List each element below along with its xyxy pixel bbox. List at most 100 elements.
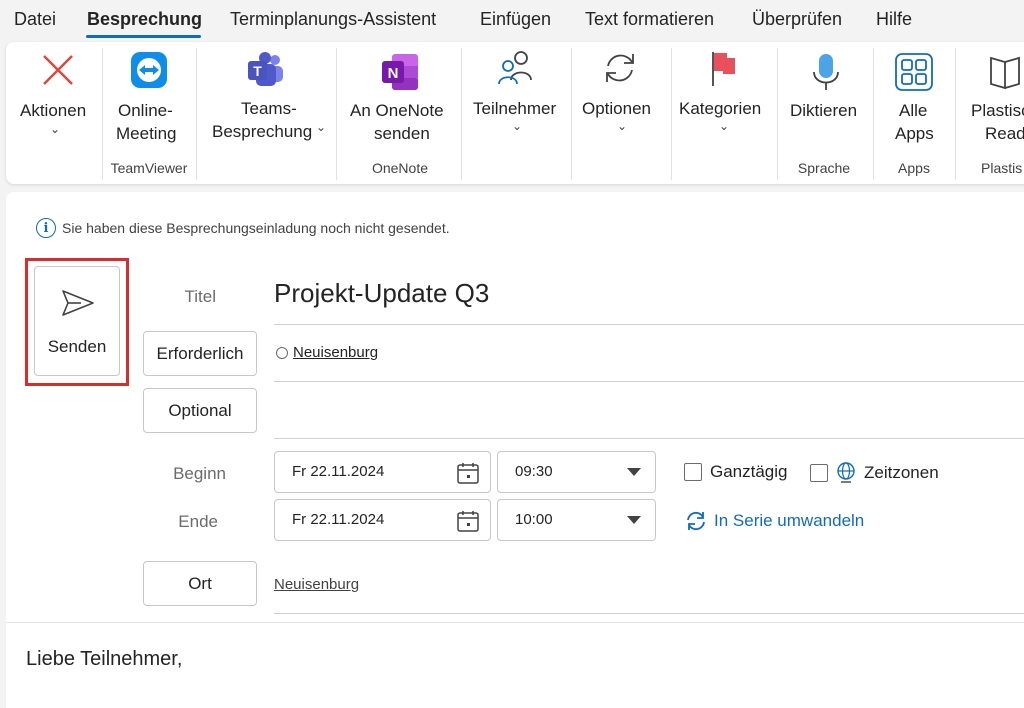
close-x-icon (43, 55, 73, 85)
calendar-icon[interactable] (456, 461, 480, 485)
dropdown-arrow-icon (627, 468, 641, 476)
chevron-down-icon: ⌄ (617, 119, 628, 133)
menu-bar: Datei Besprechung Terminplanungs-Assiste… (0, 0, 1024, 40)
timezones-checkbox[interactable]: Zeitzonen (810, 462, 939, 484)
ribbon-separator (955, 48, 956, 180)
immersive-reader-icon (990, 56, 1020, 90)
required-attendees-button[interactable]: Erforderlich (143, 331, 257, 376)
menu-hilfe[interactable]: Hilfe (876, 9, 912, 30)
people-icon (498, 51, 532, 85)
send-button[interactable]: Senden (34, 266, 120, 376)
title-label: Titel (184, 287, 217, 306)
optional-attendees-button[interactable]: Optional (143, 388, 257, 433)
flag-icon (712, 52, 735, 86)
ribbon-separator (671, 48, 672, 180)
alle-apps-label-2: Apps (895, 124, 934, 143)
microphone-icon (813, 54, 839, 90)
teilnehmer-button[interactable]: Teilnehmer ⌄ (463, 42, 569, 182)
chevron-down-icon: ⌄ (719, 119, 730, 133)
globe-icon (837, 462, 855, 483)
chevron-down-icon: ⌄ (50, 122, 61, 136)
svg-text:T: T (253, 63, 262, 79)
recurrence-icon (687, 511, 705, 531)
menu-datei[interactable]: Datei (14, 9, 56, 30)
plastischer-reader-label-2: Reade (985, 124, 1024, 143)
presence-circle-icon (276, 346, 288, 359)
divider (274, 381, 1024, 382)
chevron-down-icon: ⌄ (512, 119, 523, 133)
teams-label-1: Teams- (241, 99, 297, 118)
menu-ueberpruefen[interactable]: Überprüfen (752, 9, 842, 30)
start-date-input[interactable]: Fr 22.11.2024 (274, 451, 491, 493)
checkbox-box[interactable] (810, 464, 828, 482)
send-label: Senden (47, 337, 107, 356)
info-bar: i Sie haben diese Besprechungseinladung … (36, 218, 450, 238)
teams-icon: T (248, 52, 283, 86)
diktieren-button[interactable]: Diktieren (779, 42, 873, 157)
ribbon-separator (571, 48, 572, 180)
plastischer-reader-label-1: Plastisc (971, 101, 1024, 120)
online-meeting-label-2: Meeting (116, 124, 177, 143)
info-icon: i (36, 218, 56, 238)
aktionen-button[interactable]: Aktionen ⌄ (10, 42, 98, 182)
send-to-onenote-button[interactable]: N An OneNote senden (338, 42, 462, 157)
kategorien-label: Kategorien (679, 99, 762, 118)
ribbon-separator (461, 48, 462, 180)
alle-apps-button[interactable]: Alle Apps (875, 42, 953, 157)
plastischer-reader-button[interactable]: Plastisc Reade (957, 42, 1024, 157)
optionen-label: Optionen (582, 99, 651, 118)
end-time-select[interactable]: 10:00 (497, 499, 656, 541)
ribbon: Aktionen ⌄ Online- Meeting TeamViewer T … (6, 42, 1024, 184)
allday-checkbox[interactable]: Ganztägig (684, 462, 788, 482)
alle-apps-label-1: Alle (899, 101, 928, 120)
onenote-label-1: An OneNote (350, 101, 444, 120)
optionen-button[interactable]: Optionen ⌄ (573, 42, 669, 182)
calendar-icon[interactable] (456, 509, 480, 533)
allday-label: Ganztägig (710, 462, 788, 481)
checkbox-box[interactable] (684, 463, 702, 481)
title-input[interactable]: Projekt-Update Q3 (274, 278, 489, 309)
start-time-value: 09:30 (515, 463, 553, 480)
location-button[interactable]: Ort (143, 561, 257, 606)
start-date-value: Fr 22.11.2024 (292, 463, 385, 480)
teilnehmer-label: Teilnehmer (473, 99, 557, 118)
menu-text-formatieren[interactable]: Text formatieren (585, 9, 714, 30)
info-text: Sie haben diese Besprechungseinladung no… (62, 220, 450, 236)
diktieren-label: Diktieren (790, 101, 858, 120)
group-label-apps: Apps (898, 160, 930, 176)
required-attendee-chip[interactable]: Neuisenburg (276, 344, 378, 361)
onenote-label-2: senden (374, 124, 430, 143)
start-label: Beginn (173, 464, 226, 483)
end-label: Ende (178, 512, 218, 531)
end-time-value: 10:00 (515, 511, 553, 528)
menu-einfuegen[interactable]: Einfügen (480, 9, 551, 30)
onenote-icon: N (382, 54, 418, 90)
divider (274, 324, 1024, 325)
menu-terminplanungs-assistent[interactable]: Terminplanungs-Assistent (230, 9, 436, 30)
menu-besprechung[interactable]: Besprechung (87, 9, 202, 30)
start-time-select[interactable]: 09:30 (497, 451, 656, 493)
send-icon (62, 290, 94, 316)
ribbon-separator (196, 48, 197, 180)
end-date-input[interactable]: Fr 22.11.2024 (274, 499, 491, 541)
refresh-icon (606, 54, 634, 82)
body-text: Liebe Teilnehmer, (26, 648, 183, 670)
group-label-plastischer-reader: Plastis (981, 160, 1023, 176)
ribbon-separator (777, 48, 778, 180)
online-meeting-label-1: Online- (118, 101, 173, 120)
timezones-label: Zeitzonen (864, 463, 939, 482)
divider (274, 438, 1024, 439)
ribbon-separator (102, 48, 103, 180)
kategorien-button[interactable]: Kategorien ⌄ (673, 42, 777, 182)
svg-text:N: N (388, 65, 399, 82)
active-tab-indicator (86, 35, 201, 38)
location-input[interactable]: Neuisenburg (274, 576, 359, 593)
aktionen-label: Aktionen (20, 101, 87, 120)
chevron-down-icon: ⌄ (316, 120, 327, 134)
apps-grid-icon (895, 53, 933, 91)
online-meeting-button[interactable]: Online- Meeting (104, 42, 194, 157)
teams-meeting-button[interactable]: T Teams- Besprechung ⌄ (198, 42, 334, 182)
end-date-value: Fr 22.11.2024 (292, 511, 385, 528)
attendee-name: Neuisenburg (293, 344, 379, 361)
convert-to-series-link[interactable]: In Serie umwandeln (685, 511, 864, 531)
